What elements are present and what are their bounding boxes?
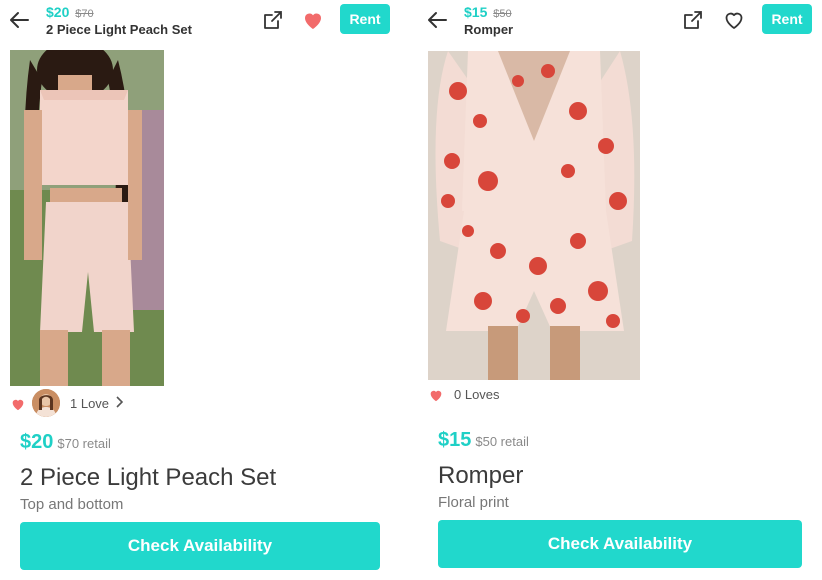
detail-price: $20 xyxy=(20,431,54,453)
back-arrow-icon[interactable] xyxy=(6,7,32,33)
header-old-price: $50 xyxy=(493,8,512,20)
rent-button[interactable]: Rent xyxy=(340,4,390,34)
chevron-right-icon[interactable] xyxy=(115,395,124,411)
loves-row: 1 Love xyxy=(10,389,124,417)
header-title-block: $20 $70 2 Piece Light Peach Set xyxy=(46,4,192,38)
rent-button[interactable]: Rent xyxy=(762,4,812,34)
detail-price-line: $20 $70 retail xyxy=(20,431,111,454)
check-availability-button[interactable]: Check Availability xyxy=(20,522,380,570)
header-price: $15 xyxy=(464,4,488,20)
listing-header: $20 $70 2 Piece Light Peach Set Rent xyxy=(0,0,400,40)
detail-retail-price: $70 retail xyxy=(57,436,111,451)
heart-icon[interactable] xyxy=(428,387,444,402)
product-photo[interactable] xyxy=(10,50,164,386)
loves-count[interactable]: 1 Love xyxy=(70,396,109,411)
header-item-title: 2 Piece Light Peach Set xyxy=(46,22,192,37)
detail-description: Top and bottom xyxy=(20,496,124,513)
header-price: $20 xyxy=(46,4,70,20)
detail-description: Floral print xyxy=(438,494,509,511)
listing-header: $15 $50 Romper Rent xyxy=(418,0,822,40)
product-photo[interactable] xyxy=(428,51,640,380)
check-availability-button[interactable]: Check Availability xyxy=(438,520,802,568)
header-title-block: $15 $50 Romper xyxy=(464,4,513,38)
header-item-title: Romper xyxy=(464,22,514,37)
favorite-heart-outline-icon[interactable] xyxy=(722,8,746,32)
loves-row: 0 Loves xyxy=(428,387,500,402)
listing-panel-left: $20 $70 2 Piece Light Peach Set Rent 1 L… xyxy=(0,0,400,580)
header-price-line: $15 $50 xyxy=(464,4,513,22)
detail-title: 2 Piece Light Peach Set xyxy=(20,464,277,491)
header-price-line: $20 $70 xyxy=(46,4,192,22)
loves-count[interactable]: 0 Loves xyxy=(454,387,500,402)
share-external-link-icon[interactable] xyxy=(682,9,704,31)
back-arrow-icon[interactable] xyxy=(424,7,450,33)
listing-panel-right: $15 $50 Romper Rent 0 Loves $15 $50 reta… xyxy=(418,0,822,580)
header-old-price: $70 xyxy=(75,8,94,20)
favorite-heart-icon[interactable] xyxy=(301,8,325,32)
heart-icon[interactable] xyxy=(10,396,26,411)
detail-retail-price: $50 retail xyxy=(475,434,529,449)
avatar[interactable] xyxy=(32,389,60,417)
detail-title: Romper xyxy=(438,462,524,489)
detail-price: $15 xyxy=(438,429,472,451)
share-external-link-icon[interactable] xyxy=(262,9,284,31)
detail-price-line: $15 $50 retail xyxy=(438,429,529,452)
